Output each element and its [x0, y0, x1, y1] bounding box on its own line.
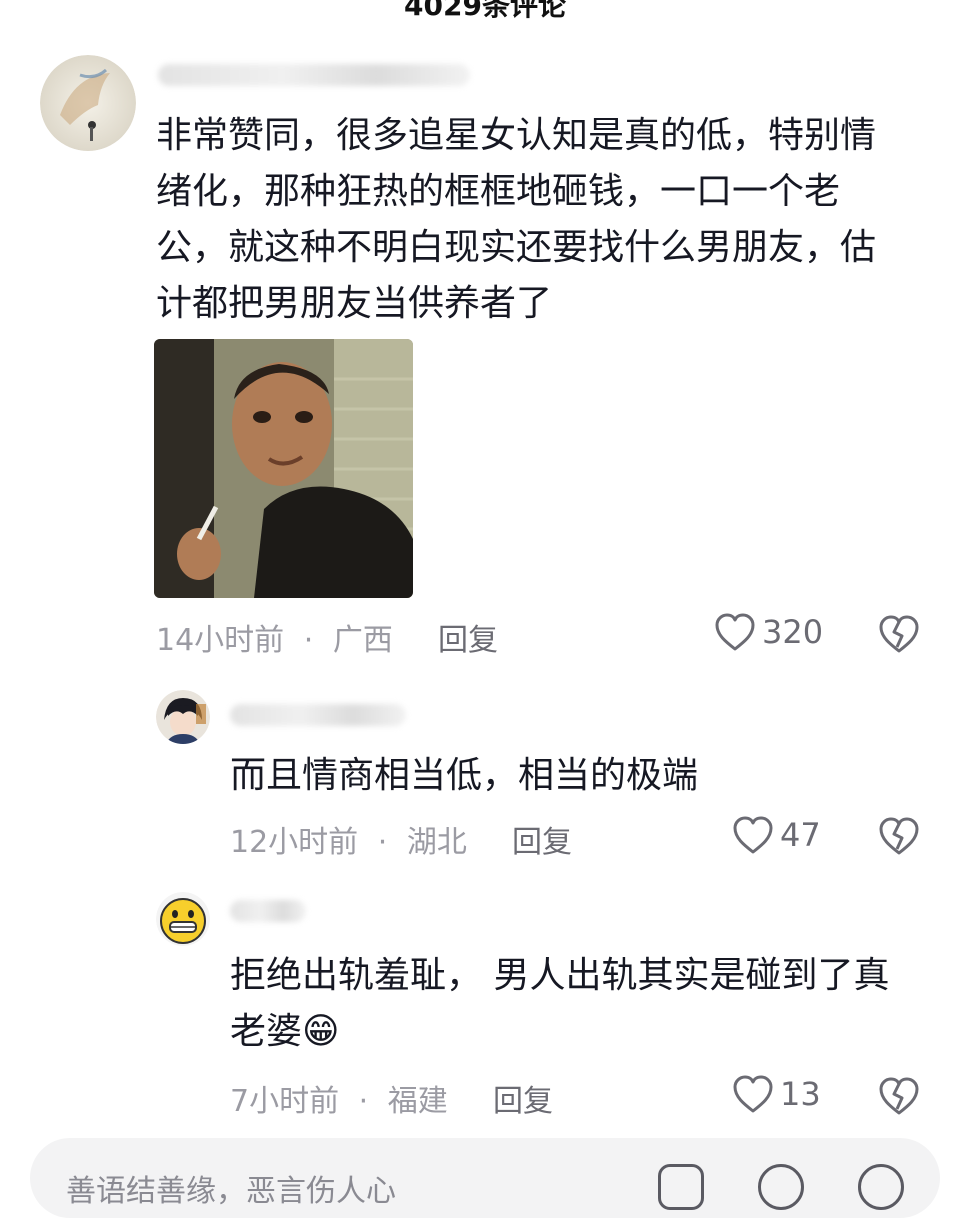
- like-button[interactable]: 13: [732, 1074, 821, 1114]
- meta-separator: ·: [358, 1084, 369, 1119]
- at-icon[interactable]: [758, 1164, 804, 1210]
- comment-location: 湖北: [406, 825, 467, 860]
- image-icon[interactable]: [658, 1164, 704, 1210]
- comment-text: 非常赞同，很多追星女认知是真的低，特别情 绪化，那种狂热的框框地砸钱，一口一个老…: [156, 115, 877, 324]
- dislike-button[interactable]: [878, 1076, 920, 1120]
- avatar[interactable]: [40, 55, 136, 151]
- comment-input-bar[interactable]: 善语结善缘，恶言伤人心: [30, 1138, 940, 1218]
- username-blurred[interactable]: [230, 704, 406, 726]
- comment-time: 7小时前: [230, 1084, 340, 1119]
- avatar[interactable]: [156, 892, 210, 946]
- heart-outline-icon: [715, 613, 755, 651]
- like-count: 47: [780, 816, 821, 854]
- reply-button[interactable]: 回复: [493, 1076, 553, 1120]
- comment-meta: 14小时前 · 广西: [156, 615, 393, 659]
- comment-time: 12小时前: [230, 825, 359, 860]
- comment-meta: 12小时前 · 湖北: [230, 817, 467, 861]
- reply-button[interactable]: 回复: [512, 817, 572, 861]
- meta-separator: ·: [303, 623, 314, 658]
- comment-text: 而且情商相当低，相当的极端: [230, 755, 699, 796]
- dislike-button[interactable]: [878, 816, 920, 860]
- like-button[interactable]: 320: [714, 612, 823, 652]
- broken-heart-icon: [879, 1077, 919, 1115]
- reply-button[interactable]: 回复: [438, 615, 498, 659]
- comment-location: 广西: [332, 623, 393, 658]
- like-button[interactable]: 47: [732, 815, 821, 855]
- comment-time: 14小时前: [156, 623, 285, 658]
- broken-heart-icon: [879, 615, 919, 653]
- heart-outline-icon: [733, 1075, 773, 1113]
- broken-heart-icon: [879, 817, 919, 855]
- username-blurred[interactable]: [230, 900, 306, 922]
- comment-meta: 7小时前 · 福建: [230, 1076, 448, 1120]
- emoji-icon[interactable]: [858, 1164, 904, 1210]
- avatar[interactable]: [156, 690, 210, 744]
- meta-separator: ·: [377, 825, 388, 860]
- heart-outline-icon: [733, 816, 773, 854]
- comment-input-placeholder[interactable]: 善语结善缘，恶言伤人心: [66, 1166, 396, 1210]
- like-count: 13: [780, 1075, 821, 1113]
- comment-count-title: 4029条评论: [404, 0, 566, 22]
- comment-image[interactable]: [154, 339, 413, 598]
- dislike-button[interactable]: [878, 614, 920, 658]
- like-count: 320: [762, 613, 824, 651]
- comment-location: 福建: [387, 1084, 448, 1119]
- comment-text: 拒绝出轨羞耻， 男人出轨其实是碰到了真 老婆😁: [230, 955, 890, 1052]
- username-blurred[interactable]: [158, 64, 470, 86]
